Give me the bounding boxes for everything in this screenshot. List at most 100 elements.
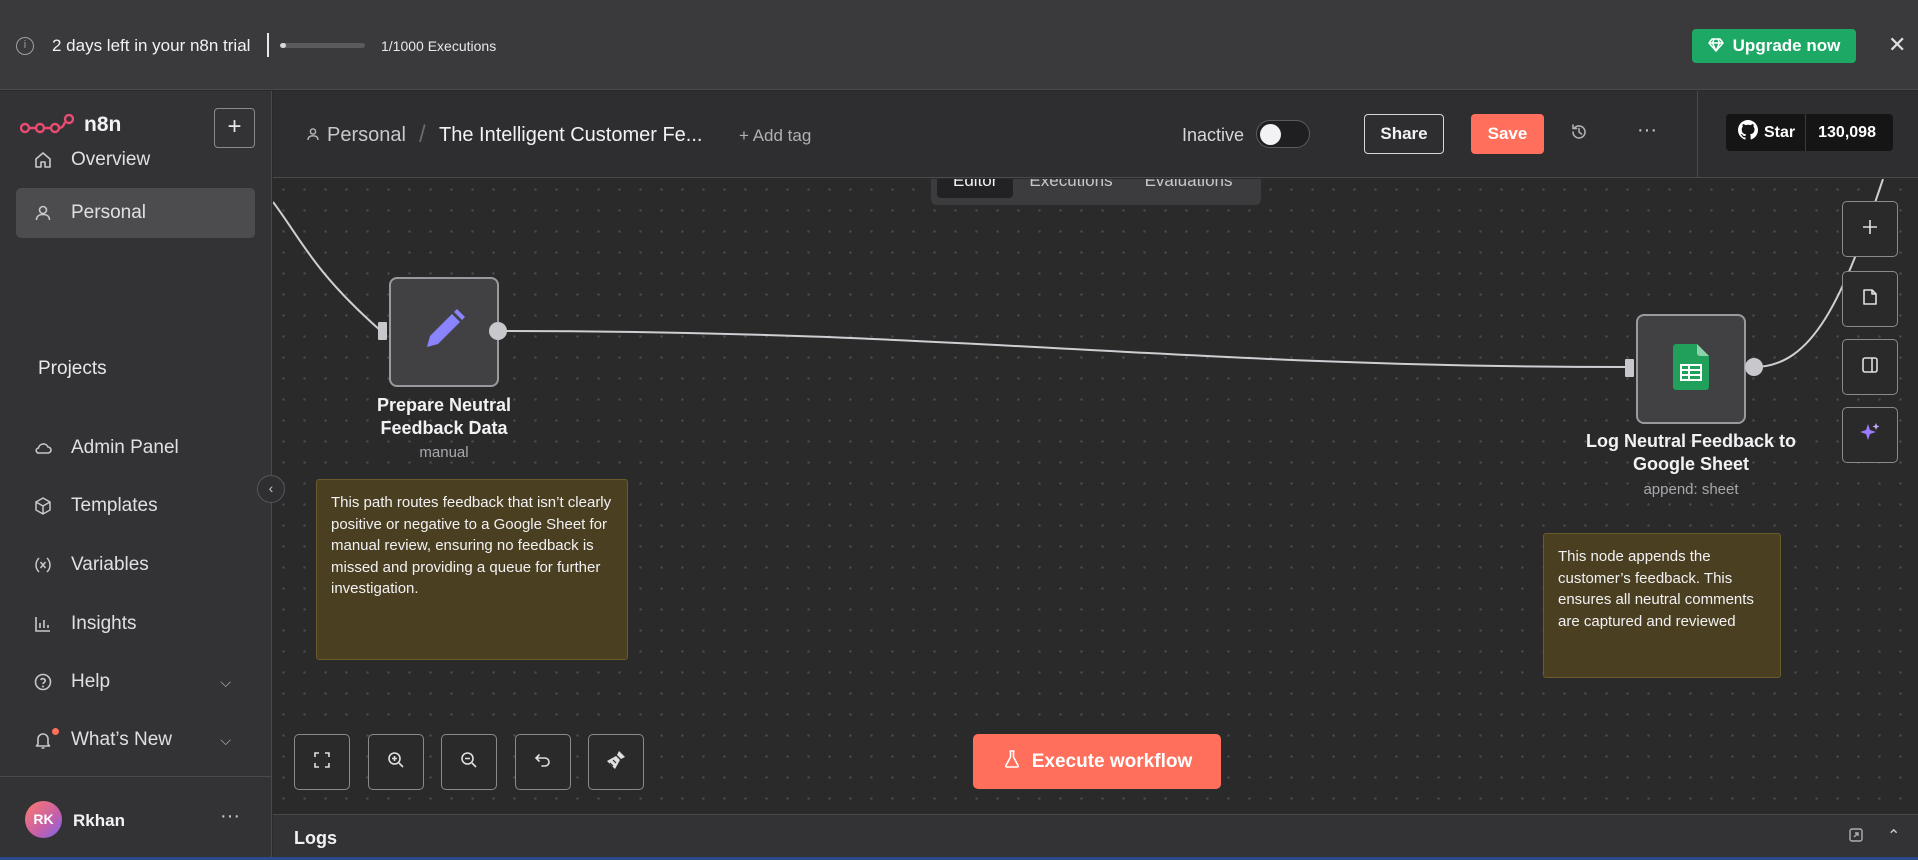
fit-view-button[interactable] [294,734,350,790]
executions-progress-bar [280,43,365,48]
sidebar-item-whats-new[interactable]: What’s New ⌵ [16,715,255,765]
node-label: Log Neutral Feedback to Google Sheet [1561,430,1821,476]
logo-text: n8n [84,113,122,136]
active-toggle[interactable] [1256,120,1310,148]
sidebar-item-label: Overview [71,149,151,170]
sidebar: n8n + Overview Personal Projects Admin P… [0,91,272,860]
sidebar-item-label: Personal [71,202,146,223]
header-divider [1697,91,1698,178]
pencil-icon [421,307,467,358]
sidebar-item-label: What’s New [71,729,173,750]
add-tag-button[interactable]: + Add tag [739,126,811,146]
github-star-label: Star [1764,123,1796,141]
user-menu[interactable]: RK Rkhan ··· [0,776,272,860]
plus-icon [1861,218,1879,241]
avatar: RK [25,801,62,838]
zoom-out-button[interactable] [441,734,497,790]
sticky-note[interactable]: This node appends the customer’s feedbac… [1543,533,1781,678]
connection-prepare-to-log [505,330,1630,368]
workflow-canvas[interactable]: Editor Executions Evaluations Prepare Ne… [273,179,1918,814]
save-button[interactable]: Save [1471,114,1544,154]
breadcrumb-separator: / [419,121,426,148]
banner-divider [267,33,269,57]
github-star-count: 130,098 [1818,123,1876,141]
chevron-up-icon[interactable]: ⌃ [1887,826,1900,846]
n8n-logo[interactable]: n8n [20,113,121,137]
zoom-in-icon [386,750,406,775]
n8n-app: i 2 days left in your n8n trial 1/1000 E… [0,0,1918,860]
add-sticky-button[interactable] [1842,271,1898,327]
sidebar-item-label: Admin Panel [71,437,179,458]
chevron-left-icon: ‹ [268,480,274,496]
workflow-title[interactable]: The Intelligent Customer Fe... [439,124,702,147]
tab-executions[interactable]: Executions [1013,179,1128,198]
workflow-header: Personal / The Intelligent Customer Fe..… [273,91,1918,178]
node-label-line: Google Sheet [1632,454,1749,474]
node-prepare-neutral-feedback[interactable] [389,277,499,387]
close-icon[interactable]: ✕ [1888,34,1906,56]
zoom-in-button[interactable] [368,734,424,790]
node-label-line: Feedback Data [380,418,508,438]
undo-button[interactable] [515,734,571,790]
flask-icon [1002,749,1022,775]
user-icon [306,127,320,145]
sidebar-item-insights[interactable]: Insights [16,599,255,649]
sticky-note-icon [1861,288,1879,311]
question-circle-icon [33,672,53,692]
view-tabs: Editor Executions Evaluations [931,179,1261,205]
node-label-line: Prepare Neutral [376,395,512,415]
sidebar-item-variables[interactable]: Variables [16,540,255,590]
chevron-down-icon: ⌵ [220,673,231,690]
github-icon [1738,120,1758,145]
executions-progress-fill [280,43,286,48]
add-node-button[interactable] [1842,201,1898,257]
bell-icon [33,730,53,750]
node-subtitle: manual [419,444,469,461]
node-input-port[interactable] [1625,359,1634,377]
more-options-icon[interactable]: ··· [1637,119,1657,142]
sidebar-item-label: Variables [71,554,149,575]
toggle-knob [1260,124,1281,145]
history-icon[interactable] [1569,122,1589,148]
node-input-port[interactable] [378,322,387,340]
popout-icon[interactable] [1848,827,1864,847]
home-icon [33,150,53,170]
trial-banner: i 2 days left in your n8n trial 1/1000 E… [0,0,1918,90]
tab-evaluations[interactable]: Evaluations [1129,179,1249,198]
google-sheets-icon [1673,343,1709,395]
cloud-icon [33,438,53,458]
info-circle-icon: i [16,37,34,55]
sidebar-item-help[interactable]: Help ⌵ [16,657,255,707]
sticky-note[interactable]: This path routes feedback that isn’t cle… [316,479,628,660]
tab-editor[interactable]: Editor [937,179,1014,198]
logs-title: Logs [294,828,337,848]
user-icon [33,203,53,223]
node-log-neutral-feedback[interactable] [1636,314,1746,424]
sidebar-item-overview[interactable]: Overview [16,135,255,185]
node-output-port[interactable] [489,322,507,340]
logs-panel[interactable]: Logs ⌃ [273,814,1918,860]
variable-icon [33,555,53,575]
toggle-panel-button[interactable] [1842,339,1898,395]
executions-count: 1/1000 Executions [381,38,497,54]
share-button[interactable]: Share [1364,114,1444,154]
github-star-button[interactable]: Star 130,098 [1726,114,1893,151]
sidebar-item-templates[interactable]: Templates [16,481,255,531]
more-options-icon[interactable]: ··· [220,805,240,828]
execute-workflow-button[interactable]: Execute workflow [973,734,1221,789]
zoom-out-icon [459,750,479,775]
node-subtitle: append: sheet [1643,481,1739,498]
trial-text: 2 days left in your n8n trial [52,36,251,55]
n8n-logo-icon [20,114,74,134]
upgrade-now-button[interactable]: Upgrade now [1692,29,1856,63]
collapse-sidebar-button[interactable]: ‹ [257,475,285,503]
node-output-port[interactable] [1745,358,1763,376]
ai-assistant-button[interactable] [1842,407,1898,463]
execute-workflow-label: Execute workflow [1031,750,1193,772]
undo-icon [533,750,553,775]
tidy-up-button[interactable] [588,734,644,790]
bar-chart-icon [33,614,53,634]
sidebar-item-admin-panel[interactable]: Admin Panel [16,423,255,473]
sidebar-item-personal[interactable]: Personal [16,188,255,238]
breadcrumb-project[interactable]: Personal [327,124,406,147]
